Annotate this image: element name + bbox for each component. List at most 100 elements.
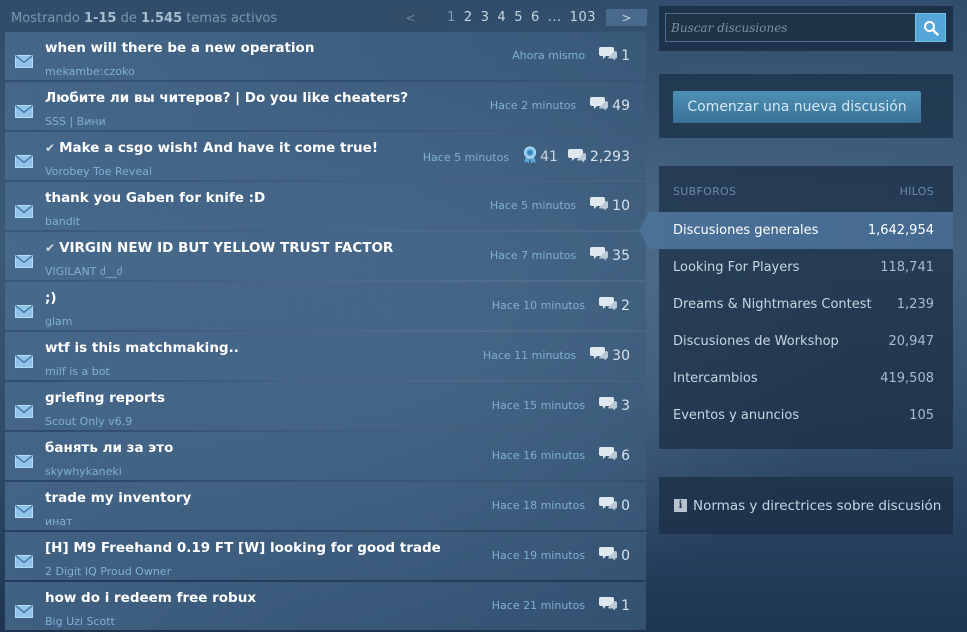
topic-author[interactable]: Big Uzi Scott [45, 615, 115, 628]
topic-author[interactable]: bandit [45, 215, 80, 228]
topic-meta: Hace 2 minutos 49 [490, 96, 630, 115]
topic-author[interactable]: milf is a bot [45, 365, 110, 378]
envelope-icon [15, 253, 33, 268]
summary-total: 1.545 [141, 10, 183, 26]
envelope-icon [15, 453, 33, 468]
search-input[interactable] [665, 13, 915, 42]
topic-row[interactable]: банять ли за это skywhykaneki Hace 16 minu… [5, 432, 646, 480]
topic-title-text: Любите ли вы читеров? | Do you like chea… [45, 90, 409, 106]
comment-bubble-icon [599, 596, 621, 615]
topic-row[interactable]: thank you Gaben for knife :D bandit Hace 5… [5, 182, 646, 230]
subforum-item[interactable]: Intercambios 419,508 [659, 360, 953, 397]
subforum-item[interactable]: Dreams & Nightmares Contest 1,239 [659, 286, 953, 323]
summary-prefix: Mostrando [11, 10, 80, 26]
topic-time: Hace 5 minutos [489, 199, 577, 212]
topic-meta: Hace 11 minutos 30 [483, 346, 630, 365]
topic-title[interactable]: trade my inventory [45, 490, 191, 506]
topic-title[interactable]: thank you Gaben for knife :D [45, 190, 265, 206]
envelope-icon [15, 153, 33, 168]
comment-bubble-icon [599, 296, 621, 315]
topic-title[interactable]: [H] M9 Freehand 0.19 FT [W] looking for … [45, 540, 441, 556]
topic-author[interactable]: Scout Only v6.9 [45, 415, 132, 428]
subforum-thread-count: 419,508 [880, 371, 934, 386]
reply-count: 10 [590, 196, 630, 215]
topic-author[interactable]: Vorobey Toe Reveal [45, 165, 152, 178]
reply-count-value: 35 [612, 247, 630, 264]
reply-count-value: 49 [612, 97, 630, 114]
reply-count: 2,293 [567, 148, 630, 167]
rules-link[interactable]: i Normas y directrices sobre discusión [659, 477, 953, 534]
search-icon [923, 20, 939, 36]
next-page-button[interactable]: > [606, 9, 647, 26]
topic-time: Hace 2 minutos [489, 99, 577, 112]
topic-row[interactable]: ✔︎ Make a csgo wish! And have it come tru… [5, 132, 646, 180]
topic-author[interactable]: mekambe:czoko [45, 65, 135, 78]
topic-meta: Hace 18 minutos 0 [492, 496, 630, 515]
topic-author[interactable]: 2 Digit IQ Proud Owner [45, 565, 171, 578]
envelope-icon [15, 353, 33, 368]
page-number-5[interactable]: 5 [514, 10, 523, 25]
reply-count: 0 [599, 546, 630, 565]
subforum-item[interactable]: Discusiones de Workshop 20,947 [659, 323, 953, 360]
reply-count-value: 2 [621, 297, 630, 314]
topic-title[interactable]: ✔︎ VIRGIN NEW ID BUT YELLOW TRUST FACTOR [45, 240, 393, 256]
summary-range: 1-15 [83, 10, 117, 26]
subforums-panel: SUBFOROS HILOS Discusiones generales 1,64… [649, 166, 953, 449]
topic-meta: Hace 21 minutos 1 [492, 596, 630, 615]
topic-list-header: Mostrando 1-15 de 1.545 temas activos < … [5, 6, 647, 30]
topic-row[interactable]: when will there be a new operation mekamb… [5, 32, 646, 80]
reply-count-value: 3 [621, 397, 630, 414]
topic-title[interactable]: when will there be a new operation [45, 40, 314, 56]
topic-title[interactable]: how do i redeem free robux [45, 590, 256, 606]
page-number-2[interactable]: 2 [464, 10, 473, 25]
new-discussion-button[interactable]: Comenzar una nueva discusión [673, 91, 921, 123]
topic-author[interactable]: skywhykaneki [45, 465, 122, 478]
topic-time: Hace 19 minutos [491, 549, 586, 562]
topic-author[interactable]: glam [45, 315, 73, 328]
topic-title[interactable]: Любите ли вы читеров? | Do you like chea… [45, 90, 408, 106]
topic-title-text: банять ли за это [45, 440, 174, 456]
subforums-header: SUBFOROS HILOS [673, 185, 934, 198]
topic-row[interactable]: ;) glam Hace 10 minutos 2 [5, 282, 646, 330]
subforum-item[interactable]: Discusiones generales 1,642,954 [649, 212, 953, 249]
topic-title[interactable]: ✔︎ Make a csgo wish! And have it come tru… [45, 140, 378, 156]
page-number-4[interactable]: 4 [497, 10, 506, 25]
subforum-thread-count: 20,947 [888, 334, 935, 349]
reply-count-value: 1 [621, 597, 630, 614]
topic-time: Hace 5 minutos [422, 150, 510, 164]
topic-row[interactable]: how do i redeem free robux Big Uzi Scott H… [5, 582, 646, 630]
reply-count: 49 [590, 96, 630, 115]
search-button[interactable] [915, 13, 946, 42]
topic-title-text: griefing reports [45, 390, 165, 406]
subforum-item[interactable]: Looking For Players 118,741 [659, 249, 953, 286]
topic-meta: Hace 16 minutos 6 [492, 446, 630, 465]
topic-row[interactable]: Любите ли вы читеров? | Do you like chea… [5, 82, 646, 130]
topic-row[interactable]: ✔︎ VIRGIN NEW ID BUT YELLOW TRUST FACTOR V… [5, 232, 646, 280]
page-number-3[interactable]: 3 [481, 10, 490, 25]
page-number-6[interactable]: 6 [531, 10, 540, 25]
comment-bubble-icon [590, 246, 612, 265]
topic-title[interactable]: wtf is this matchmaking.. [45, 340, 239, 356]
page-number-103[interactable]: 103 [570, 10, 596, 25]
topic-title[interactable]: банять ли за это [45, 440, 173, 456]
subforum-thread-count: 1,642,954 [867, 223, 934, 238]
prev-page-button[interactable]: < [390, 9, 432, 26]
topic-title[interactable]: griefing reports [45, 390, 165, 406]
topic-title[interactable]: ;) [45, 290, 57, 306]
topic-author[interactable]: VIGILANT ძ__ძ [45, 265, 122, 278]
topic-row[interactable]: [H] M9 Freehand 0.19 FT [W] looking for … [5, 532, 646, 580]
subforum-name: Discusiones generales [673, 223, 819, 238]
topic-meta: Hace 7 minutos 35 [490, 246, 630, 265]
reply-count-value: 1 [621, 47, 630, 64]
topic-title-text: wtf is this matchmaking.. [45, 340, 239, 356]
envelope-icon [15, 103, 33, 118]
topic-time: Hace 11 minutos [482, 349, 577, 362]
topic-row[interactable]: trade my inventory инат Hace 18 minutos 0 [5, 482, 646, 530]
topic-row[interactable]: griefing reports Scout Only v6.9 Hace 15 m… [5, 382, 646, 430]
topic-author[interactable]: SSS | Вини [45, 115, 106, 128]
topic-row[interactable]: wtf is this matchmaking.. milf is a bot Ha… [5, 332, 646, 380]
topic-author[interactable]: инат [45, 515, 73, 528]
reply-count: 35 [590, 246, 630, 265]
rules-label: Normas y directrices sobre discusión [693, 497, 942, 514]
subforum-item[interactable]: Eventos y anuncios 105 [659, 397, 953, 434]
